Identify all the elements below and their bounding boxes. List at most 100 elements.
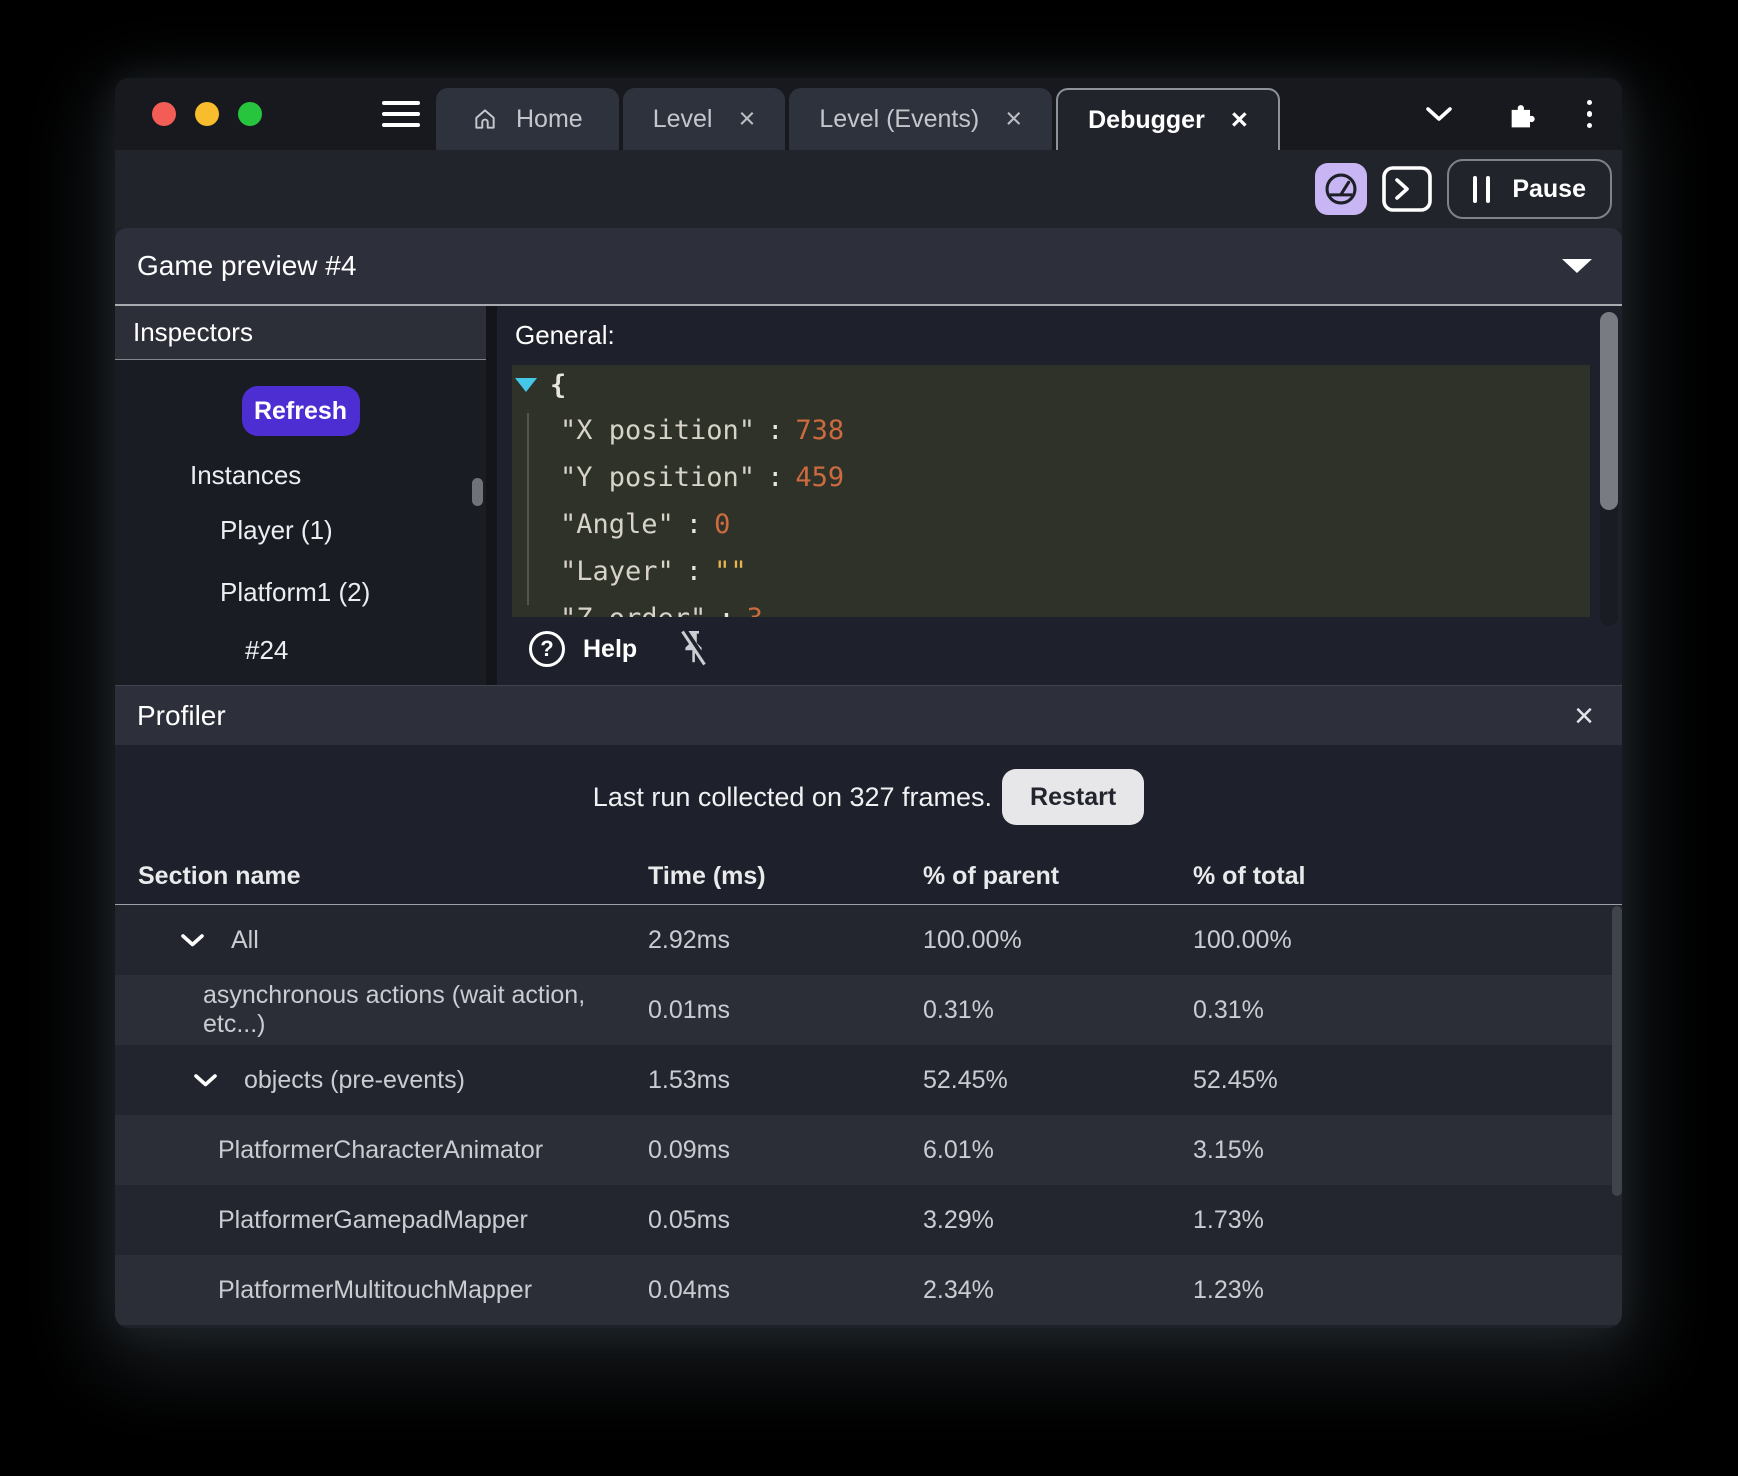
profiler-table-header: Section name Time (ms) % of parent % of …: [115, 849, 1622, 905]
console-icon: [1382, 166, 1433, 212]
json-viewer: { "X position":738 "Y position":459 "Ang…: [512, 365, 1590, 617]
tree-item-player[interactable]: Player (1): [220, 515, 333, 546]
close-tab-icon[interactable]: ×: [1005, 104, 1022, 134]
time-value: 2.92ms: [648, 925, 730, 954]
profiler-status-text: Last run collected on 327 frames.: [592, 781, 993, 812]
time-value: 0.09ms: [648, 1135, 730, 1164]
percent-total-value: 0.31%: [1193, 995, 1264, 1024]
percent-parent-value: 0.31%: [923, 995, 994, 1024]
table-row[interactable]: objects (pre-events) 1.53ms 52.45% 52.45…: [115, 1045, 1622, 1115]
json-value: 0: [714, 509, 731, 540]
chevron-down-icon[interactable]: [1425, 106, 1453, 123]
pause-icon: [1473, 175, 1491, 203]
tree-item-instances[interactable]: Instances: [190, 460, 301, 491]
tab-label: Level: [652, 104, 713, 133]
json-line: "Z order":3: [512, 595, 1590, 617]
percent-total-value: 52.45%: [1193, 1065, 1278, 1094]
tree-item-instance-24[interactable]: #24: [245, 635, 288, 666]
json-line: "Layer": "": [512, 548, 1590, 595]
section-name: PlatformerMultitouchMapper: [218, 1275, 533, 1304]
inspectors-header: Inspectors: [115, 306, 486, 360]
tab-home[interactable]: Home: [436, 88, 619, 150]
profiler-header: Profiler ×: [115, 685, 1622, 745]
json-colon: :: [685, 509, 703, 540]
restart-button[interactable]: Restart: [1002, 769, 1145, 825]
json-line: "Y position":459: [512, 454, 1590, 501]
table-row[interactable]: All 2.92ms 100.00% 100.00%: [115, 905, 1622, 975]
tab-debugger[interactable]: Debugger ×: [1056, 88, 1280, 150]
profiler-gauge-button[interactable]: [1315, 163, 1368, 215]
close-tab-icon[interactable]: ×: [1231, 105, 1248, 135]
tab-bar: Home Level × Level (Events) × Debugger ×: [436, 88, 1280, 150]
inspectors-body: Refresh Instances Player (1) Platform1 (…: [115, 360, 486, 685]
json-colon: :: [685, 556, 703, 587]
profiler-body: Last run collected on 327 frames. Restar…: [115, 745, 1622, 1328]
percent-parent-value: 52.45%: [923, 1065, 1008, 1094]
zoom-window-button[interactable]: [238, 102, 262, 126]
tab-level-events[interactable]: Level (Events) ×: [789, 88, 1053, 150]
close-tab-icon[interactable]: ×: [738, 104, 755, 134]
json-colon: :: [767, 415, 784, 446]
json-key: "Angle": [560, 509, 674, 540]
inspectors-title: Inspectors: [133, 317, 253, 347]
percent-parent-value: 2.34%: [923, 1275, 994, 1304]
close-profiler-icon[interactable]: ×: [1574, 699, 1594, 733]
help-icon[interactable]: ?: [529, 631, 565, 667]
hamburger-menu-icon[interactable]: [382, 101, 420, 127]
inspectors-scrollbar-thumb[interactable]: [472, 478, 483, 506]
section-name: PlatformerCharacterAnimator: [218, 1135, 544, 1164]
json-colon: :: [706, 603, 746, 617]
json-line: "Angle":0: [512, 501, 1590, 548]
json-value: 738: [795, 415, 845, 446]
extensions-puzzle-icon[interactable]: [1505, 99, 1535, 129]
time-value: 1.53ms: [648, 1065, 730, 1094]
json-value: "": [714, 556, 747, 587]
pause-button[interactable]: Pause: [1447, 159, 1612, 219]
json-line: "X position":738: [512, 407, 1590, 454]
section-name: All: [231, 925, 259, 954]
table-row: PlatformerGamepadMapper 0.05ms 3.29% 1.7…: [115, 1185, 1622, 1255]
pause-label: Pause: [1512, 174, 1586, 203]
table-row: PlatformerMultitouchMapper 0.04ms 2.34% …: [115, 1255, 1622, 1325]
percent-total-value: 1.73%: [1193, 1205, 1264, 1234]
game-preview-title: Game preview #4: [137, 250, 357, 281]
percent-parent-value: 6.01%: [923, 1135, 994, 1164]
json-key: "Y position": [560, 462, 756, 493]
percent-total-value: 100.00%: [1193, 925, 1292, 954]
column-header-percent-parent: % of parent: [923, 862, 1060, 890]
minimize-window-button[interactable]: [195, 102, 219, 126]
general-panel: General: { "X position":738 "Y position"…: [497, 306, 1622, 685]
gauge-icon: [1323, 171, 1359, 207]
column-header-percent-total: % of total: [1193, 862, 1306, 890]
chevron-down-icon[interactable]: [193, 1073, 218, 1088]
help-label[interactable]: Help: [583, 635, 637, 664]
json-colon: :: [767, 462, 784, 493]
table-row: PlatformerCharacterAnimator 0.09ms 6.01%…: [115, 1115, 1622, 1185]
indent-guide: [527, 413, 529, 605]
section-name: objects (pre-events): [244, 1065, 465, 1094]
general-scrollbar-thumb[interactable]: [1600, 312, 1618, 510]
tab-level[interactable]: Level ×: [622, 88, 786, 150]
percent-parent-value: 3.29%: [923, 1205, 994, 1234]
close-window-button[interactable]: [152, 102, 176, 126]
refresh-button[interactable]: Refresh: [241, 386, 360, 436]
percent-total-value: 3.15%: [1193, 1135, 1264, 1164]
traffic-lights: [115, 102, 262, 126]
json-value: 459: [795, 462, 845, 493]
pin-off-icon[interactable]: [677, 627, 709, 671]
debugger-toolbar: Pause: [115, 150, 1622, 228]
chevron-down-icon[interactable]: [180, 933, 205, 948]
game-preview-header[interactable]: Game preview #4: [115, 228, 1622, 306]
more-options-kebab-icon[interactable]: [1586, 99, 1592, 129]
profiler-scrollbar-thumb[interactable]: [1612, 906, 1622, 1196]
json-open-brace: {: [550, 370, 567, 401]
tab-label: Level (Events): [819, 104, 980, 133]
collapse-caret-icon[interactable]: [1562, 259, 1592, 273]
collapse-triangle-icon[interactable]: [515, 378, 537, 392]
section-name: asynchronous actions (wait action, etc..…: [203, 981, 586, 1038]
inspectors-panel: Inspectors Refresh Instances Player (1) …: [115, 306, 486, 685]
column-header-time: Time (ms): [648, 862, 766, 890]
column-header-section-name: Section name: [138, 862, 301, 890]
console-button[interactable]: [1382, 166, 1433, 212]
tree-item-platform1[interactable]: Platform1 (2): [220, 577, 370, 608]
